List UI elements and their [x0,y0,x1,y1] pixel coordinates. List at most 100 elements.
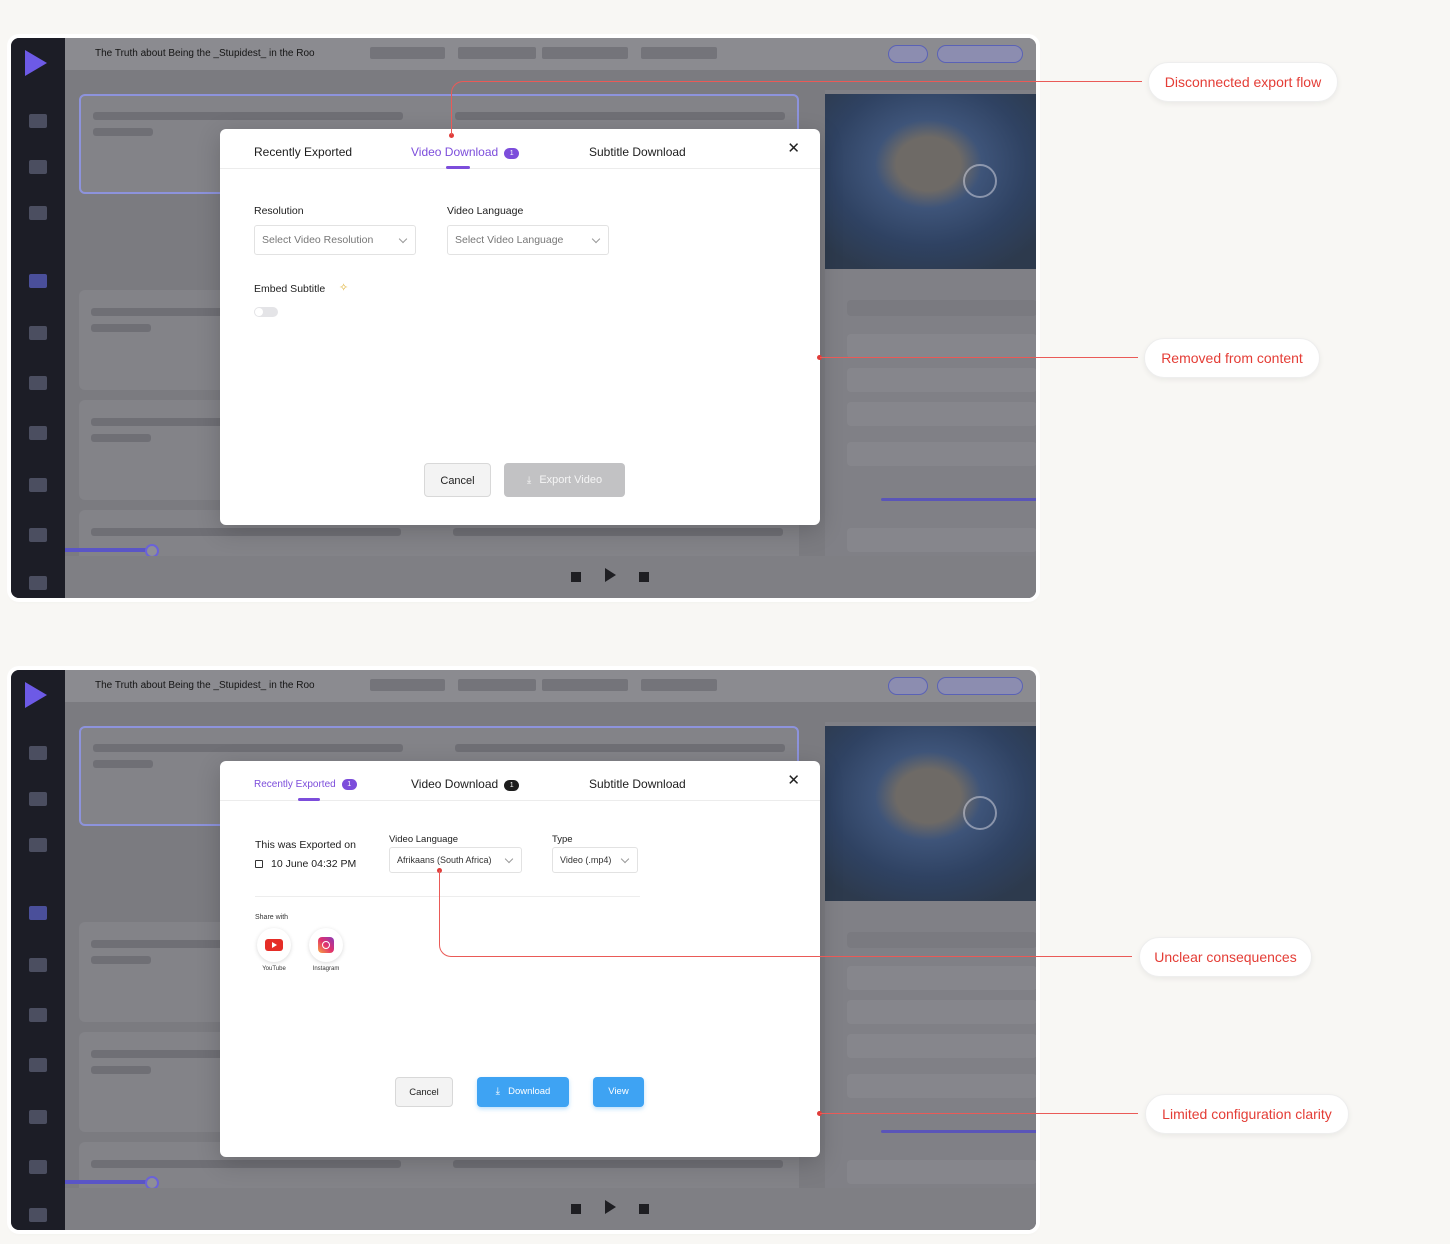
audio-row [847,368,1036,392]
toolbar-button[interactable] [937,45,1023,63]
tab-recently-exported[interactable]: Recently Exported 1 [254,779,357,790]
resolution-label: Resolution [254,205,304,217]
callout-unclear-consequences: Unclear consequences [1139,937,1312,977]
settings-tabs[interactable] [847,932,1036,948]
timeline-progress [65,1180,151,1184]
screenshot-video-download: The Truth about Being the _Stupidest_ in… [11,38,1036,598]
dashboard-icon[interactable] [29,746,47,760]
elements-icon[interactable] [29,376,47,390]
settings-icon[interactable] [29,576,47,590]
toolbar-chip[interactable] [458,47,536,59]
embed-subtitle-label: Embed Subtitle [254,283,326,295]
skip-back-icon[interactable] [571,1204,581,1214]
voices-icon[interactable] [29,792,47,806]
skip-forward-icon[interactable] [639,572,649,582]
export-video-button[interactable]: ⤓ Export Video [504,463,625,497]
audio-row[interactable] [847,1034,1036,1058]
toolbar-chip[interactable] [458,679,536,691]
audio-icon[interactable] [29,1058,47,1072]
video-language-label: Video Language [389,834,459,845]
upload-icon[interactable] [29,528,47,542]
audio-row[interactable] [847,442,1036,466]
tab-video-download[interactable]: Video Download 1 [411,777,520,791]
toolbar-chip[interactable] [542,47,628,59]
exported-on-label: This was Exported on [255,839,356,851]
video-language-select[interactable]: Select Video Language [447,225,609,255]
play-icon[interactable] [963,164,997,198]
presets-icon[interactable] [29,206,47,220]
advance-settings-row[interactable] [847,1160,1036,1184]
resolution-select[interactable]: Select Video Resolution [254,225,416,255]
embed-subtitle-toggle[interactable] [254,307,278,317]
view-button[interactable]: View [593,1077,644,1107]
audio-slider[interactable] [881,1130,1036,1133]
close-icon[interactable]: ✕ [787,771,800,789]
chevron-down-icon [398,234,408,244]
transcript-icon[interactable] [29,906,47,920]
share-target-label: Instagram [312,966,340,972]
app-topbar: The Truth about Being the _Stupidest_ in… [65,670,1036,702]
callout-removed-from-content: Removed from content [1144,338,1320,378]
play-icon[interactable] [963,796,997,830]
voices-icon[interactable] [29,160,47,174]
play-icon[interactable] [605,568,616,582]
chevron-down-icon [504,854,514,864]
transcript-icon[interactable] [29,274,47,288]
cancel-button[interactable]: Cancel [424,463,491,497]
download-icon: ⤓ [526,475,532,486]
active-tab-indicator [298,798,320,801]
video-preview[interactable] [825,726,1036,901]
video-preview[interactable] [825,94,1036,269]
tab-subtitle-download[interactable]: Subtitle Download [589,145,686,159]
close-icon[interactable]: ✕ [787,139,800,157]
tab-badge: 1 [504,780,520,791]
tab-subtitle-download[interactable]: Subtitle Download [589,777,686,791]
audio-row[interactable] [847,402,1036,426]
type-select[interactable]: Video (.mp4) [552,847,638,873]
toolbar-chip[interactable] [370,679,445,691]
upload-icon[interactable] [29,1160,47,1174]
toolbar-chip[interactable] [542,679,628,691]
presets-icon[interactable] [29,838,47,852]
audio-icon[interactable] [29,426,47,440]
download-button[interactable]: ⤓ Download [477,1077,569,1107]
sparkle-icon: ✧ [339,282,349,294]
subtitle-icon[interactable] [29,326,47,340]
advance-settings-row[interactable] [847,528,1036,552]
skip-forward-icon[interactable] [639,1204,649,1214]
elements-icon[interactable] [29,1008,47,1022]
subtitle-icon[interactable] [29,958,47,972]
text-icon[interactable] [29,1110,47,1124]
callout-connector [820,357,1138,358]
exported-date: 10 June 04:32 PM [255,858,356,870]
tab-badge: 1 [341,779,357,790]
video-language-select[interactable]: Afrikaans (South Africa) [389,847,522,873]
tab-recently-exported[interactable]: Recently Exported [254,145,352,159]
share-youtube[interactable]: YouTube [254,928,294,972]
app-logo-icon [25,50,47,76]
export-modal: Recently Exported Video Download 1 Subtit… [220,129,820,525]
settings-tabs[interactable] [847,300,1036,316]
toolbar-chip[interactable] [641,679,717,691]
audio-slider[interactable] [881,498,1036,501]
play-icon[interactable] [605,1200,616,1214]
settings-icon[interactable] [29,1208,47,1222]
tab-video-download[interactable]: Video Download 1 [411,145,520,159]
cancel-button[interactable]: Cancel [395,1077,453,1107]
toolbar-chip[interactable] [641,47,717,59]
toolbar-button[interactable] [888,45,928,63]
toolbar-button[interactable] [937,677,1023,695]
dashboard-icon[interactable] [29,114,47,128]
toolbar-chip[interactable] [370,47,445,59]
player-bar [65,556,1036,598]
share-instagram[interactable]: Instagram [306,928,346,972]
app-logo-icon [25,682,47,708]
project-title: The Truth about Being the _Stupidest_ in… [95,48,315,59]
timeline-progress [65,548,151,552]
audio-row[interactable] [847,1074,1036,1098]
skip-back-icon[interactable] [571,572,581,582]
toolbar-button[interactable] [888,677,928,695]
text-icon[interactable] [29,478,47,492]
app-sidebar [11,670,65,1230]
share-with-label: Share with [255,914,289,921]
